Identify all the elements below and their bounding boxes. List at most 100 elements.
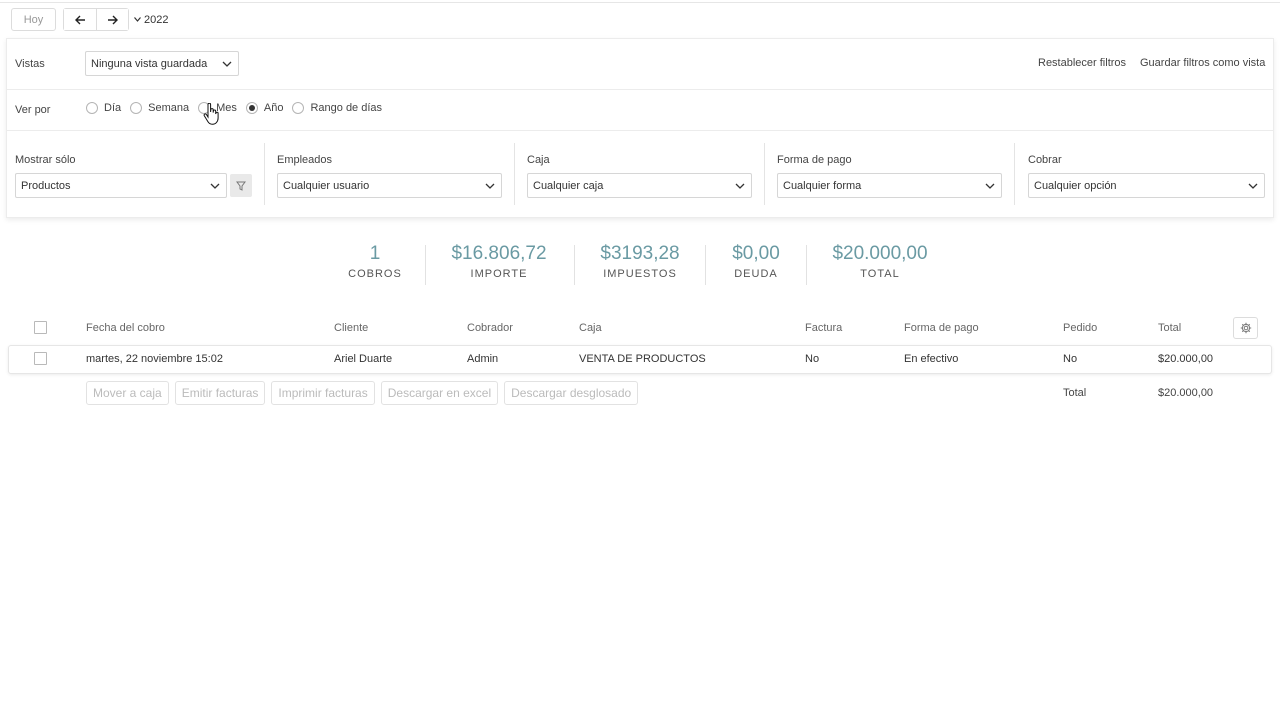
download-excel-button[interactable]: Descargar en excel	[380, 381, 499, 405]
views-label: Vistas	[15, 58, 45, 70]
cell-factura: No	[805, 353, 820, 365]
year-selector[interactable]: 2022	[134, 14, 168, 26]
filter-groups-row: Mostrar sólo Productos Empleados Cualqui…	[7, 131, 1273, 219]
chevron-down-icon	[1247, 180, 1259, 192]
view-by-radios: Día Semana Mes Año Rango de días	[86, 102, 391, 114]
radio-label: Día	[104, 102, 122, 114]
divider	[514, 143, 515, 205]
collect-value: Cualquier opción	[1034, 179, 1117, 192]
cell-cliente: Ariel Duarte	[334, 353, 393, 365]
arrow-right-icon	[108, 15, 118, 24]
employees-value: Cualquier usuario	[283, 179, 370, 192]
radio-circle-selected	[245, 102, 258, 114]
chevron-down-icon	[221, 58, 233, 70]
cell-cobrador: Admin	[467, 353, 499, 365]
date-navigation: Hoy 2022	[11, 8, 168, 31]
footer-total-label: Total	[1063, 387, 1087, 399]
column-header-cliente[interactable]: Cliente	[334, 322, 368, 334]
print-invoices-button[interactable]: Imprimir facturas	[271, 381, 375, 405]
gear-icon	[1240, 322, 1251, 334]
reset-filters-link[interactable]: Restablecer filtros	[1038, 57, 1126, 69]
chevron-down-icon	[484, 180, 496, 192]
period-arrows	[63, 8, 129, 31]
filter-panel: Vistas Ninguna vista guardada Restablece…	[6, 38, 1274, 218]
arrow-left-icon	[74, 15, 85, 24]
radio-ano[interactable]: Año	[245, 102, 284, 114]
cashbox-value: Cualquier caja	[533, 179, 604, 192]
save-filters-link[interactable]: Guardar filtros como vista	[1140, 57, 1265, 69]
previous-period-button[interactable]	[64, 9, 96, 30]
saved-views-value: Ninguna vista guardada	[91, 57, 208, 70]
chevron-down-icon	[984, 180, 996, 192]
cell-fecha: martes, 22 noviembre 15:02	[86, 353, 223, 365]
column-header-fecha[interactable]: Fecha del cobro	[86, 322, 165, 334]
collect-label: Cobrar	[1028, 154, 1062, 166]
radio-label: Año	[263, 102, 284, 114]
payment-method-select[interactable]: Cualquier forma	[777, 173, 1002, 198]
collect-select[interactable]: Cualquier opción	[1028, 173, 1265, 198]
next-period-button[interactable]	[96, 9, 128, 30]
filter-icon	[236, 181, 246, 191]
radio-circle	[292, 102, 305, 114]
column-header-total[interactable]: Total	[1158, 322, 1181, 334]
column-settings-button[interactable]	[1233, 317, 1258, 339]
download-breakdown-button[interactable]: Descargar desglosado	[504, 381, 639, 405]
column-header-factura[interactable]: Factura	[805, 322, 842, 334]
stat-importe: $16.806,72 IMPORTE	[438, 243, 560, 280]
chevron-down-icon	[209, 180, 221, 192]
show-only-select[interactable]: Productos	[15, 173, 227, 198]
stat-divider	[574, 245, 575, 285]
radio-label: Semana	[148, 102, 190, 114]
stat-divider	[806, 245, 807, 285]
employees-select[interactable]: Cualquier usuario	[277, 173, 502, 198]
stat-value: 1	[369, 243, 381, 264]
stat-value: $3193,28	[600, 243, 680, 264]
filter-button[interactable]	[230, 174, 252, 197]
top-divider	[0, 2, 1280, 3]
stat-value: $16.806,72	[451, 243, 547, 264]
divider	[1014, 143, 1015, 205]
column-header-caja[interactable]: Caja	[579, 322, 602, 334]
issue-invoices-button[interactable]: Emitir facturas	[174, 381, 266, 405]
column-header-pedido[interactable]: Pedido	[1063, 322, 1097, 334]
radio-circle	[86, 102, 98, 114]
divider	[264, 143, 265, 205]
radio-rango-de-dias[interactable]: Rango de días	[292, 102, 382, 114]
cashbox-label: Caja	[527, 154, 550, 166]
cell-caja: VENTA DE PRODUCTOS	[579, 353, 706, 365]
column-header-cobrador[interactable]: Cobrador	[467, 322, 513, 334]
radio-label: Rango de días	[310, 102, 383, 114]
footer-total-value: $20.000,00	[1158, 387, 1214, 399]
radio-dia[interactable]: Día	[86, 102, 121, 114]
stat-value: $20.000,00	[832, 243, 928, 264]
stat-impuestos: $3193,28 IMPUESTOS	[588, 243, 692, 280]
view-by-label: Ver por	[15, 104, 51, 116]
payment-method-label: Forma de pago	[777, 154, 852, 166]
bulk-actions: Mover a caja Emitir facturas Imprimir fa…	[86, 381, 639, 405]
chevron-down-icon	[734, 180, 746, 192]
stat-total: $20.000,00 TOTAL	[818, 243, 942, 280]
divider	[764, 143, 765, 205]
views-row: Vistas Ninguna vista guardada Restablece…	[7, 39, 1273, 90]
cashbox-select[interactable]: Cualquier caja	[527, 173, 752, 198]
move-to-cashbox-button[interactable]: Mover a caja	[86, 381, 169, 405]
row-checkbox[interactable]	[34, 352, 47, 365]
year-label: 2022	[144, 13, 169, 26]
payment-method-value: Cualquier forma	[783, 179, 862, 192]
saved-views-select[interactable]: Ninguna vista guardada	[85, 51, 239, 76]
stat-divider	[425, 245, 426, 285]
hand-cursor-icon	[203, 103, 219, 125]
stat-value: $0,00	[732, 243, 780, 264]
column-header-forma-de-pago[interactable]: Forma de pago	[904, 322, 979, 334]
stat-caption: DEUDA	[734, 268, 778, 280]
select-all-checkbox[interactable]	[34, 321, 47, 334]
stat-cobros: 1 COBROS	[336, 243, 414, 280]
chevron-down-icon	[134, 17, 141, 22]
cell-total: $20.000,00	[1158, 353, 1214, 365]
stat-caption: IMPORTE	[470, 268, 528, 280]
radio-semana[interactable]: Semana	[130, 102, 189, 114]
radio-circle	[130, 102, 143, 114]
today-button[interactable]: Hoy	[11, 8, 56, 31]
employees-label: Empleados	[277, 154, 333, 166]
stat-caption: IMPUESTOS	[603, 268, 677, 280]
